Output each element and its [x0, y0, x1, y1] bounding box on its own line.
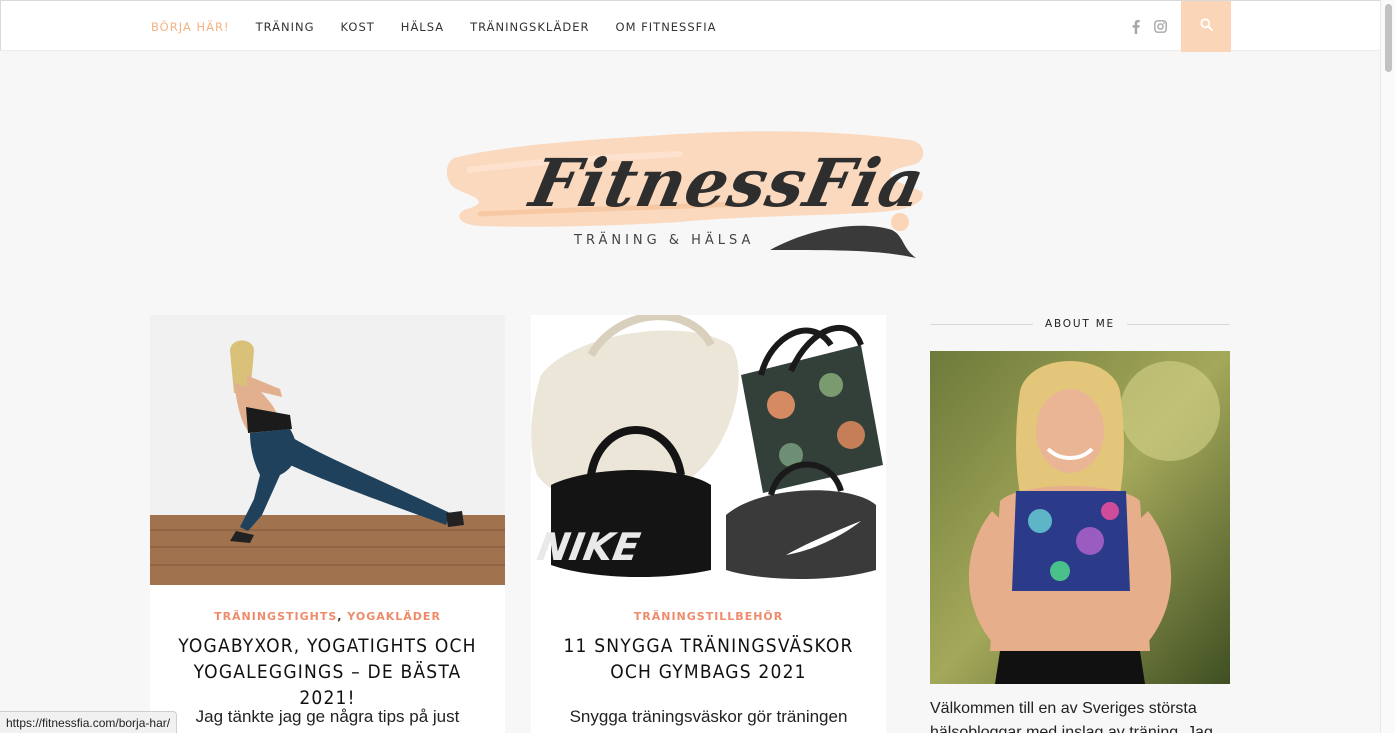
scrollbar[interactable]: [1380, 0, 1395, 733]
category-link[interactable]: YOGAKLÄDER: [347, 610, 441, 623]
widget-title: ABOUT ME: [1045, 318, 1115, 330]
post-title[interactable]: 11 SNYGGA TRÄNINGSVÄSKOR OCH GYMBAGS 202…: [551, 633, 866, 685]
category-link[interactable]: TRÄNINGSTILLBEHÖR: [634, 610, 783, 623]
top-navigation: BÖRJA HÄR! TRÄNING KOST HÄLSA TRÄNINGSKL…: [0, 0, 1380, 52]
divider: [930, 323, 1033, 325]
post-image-yoga[interactable]: [150, 315, 505, 585]
about-me-photo[interactable]: [930, 351, 1230, 684]
post-card: NIKE TRÄNINGSTILLBEHÖR 11 SNYGGA TRÄNING…: [531, 315, 886, 733]
logo-tagline: TRÄNING & HÄLSA: [574, 233, 755, 248]
nav-item-traningsklader[interactable]: TRÄNINGSKLÄDER: [470, 20, 589, 34]
about-me-text: Välkommen till en av Sveriges största hä…: [930, 700, 1213, 733]
status-url: https://fitnessfia.com/borja-har/: [6, 715, 171, 730]
logo-wordmark: FitnessFia: [522, 144, 932, 222]
post-categories: TRÄNINGSTIGHTS, YOGAKLÄDER: [214, 610, 441, 623]
nav-item-om-fitnessfia[interactable]: OM FITNESSFIA: [616, 20, 717, 34]
post-title[interactable]: YOGABYXOR, YOGATIGHTS OCH YOGALEGGINGS –…: [170, 633, 485, 711]
scrollbar-thumb[interactable]: [1385, 4, 1392, 72]
nav-item-traning[interactable]: TRÄNING: [256, 20, 315, 34]
divider: [1127, 323, 1230, 325]
post-image-bags[interactable]: NIKE: [531, 315, 886, 585]
post-categories: TRÄNINGSTILLBEHÖR: [531, 610, 886, 623]
svg-text:NIKE: NIKE: [534, 525, 643, 570]
nav-item-kost[interactable]: KOST: [341, 20, 375, 34]
facebook-icon[interactable]: [1129, 19, 1143, 34]
instagram-icon[interactable]: [1153, 20, 1167, 34]
post-excerpt: Jag tänkte jag ge några tips på just: [195, 707, 460, 726]
main-menu: BÖRJA HÄR! TRÄNING KOST HÄLSA TRÄNINGSKL…: [151, 1, 743, 52]
nav-item-halsa[interactable]: HÄLSA: [401, 20, 444, 34]
browser-status-bar: https://fitnessfia.com/borja-har/: [0, 711, 178, 733]
post-excerpt: Snygga träningsväskor gör träningen: [569, 707, 848, 726]
category-link[interactable]: TRÄNINGSTIGHTS: [214, 610, 337, 623]
social-links: [1129, 1, 1167, 52]
post-card: TRÄNINGSTIGHTS, YOGAKLÄDER YOGABYXOR, YO…: [150, 315, 505, 733]
about-me-heading: ABOUT ME: [930, 316, 1230, 332]
search-button[interactable]: [1181, 1, 1231, 52]
nav-item-borja-har[interactable]: BÖRJA HÄR!: [151, 20, 230, 34]
search-icon: [1199, 17, 1213, 36]
